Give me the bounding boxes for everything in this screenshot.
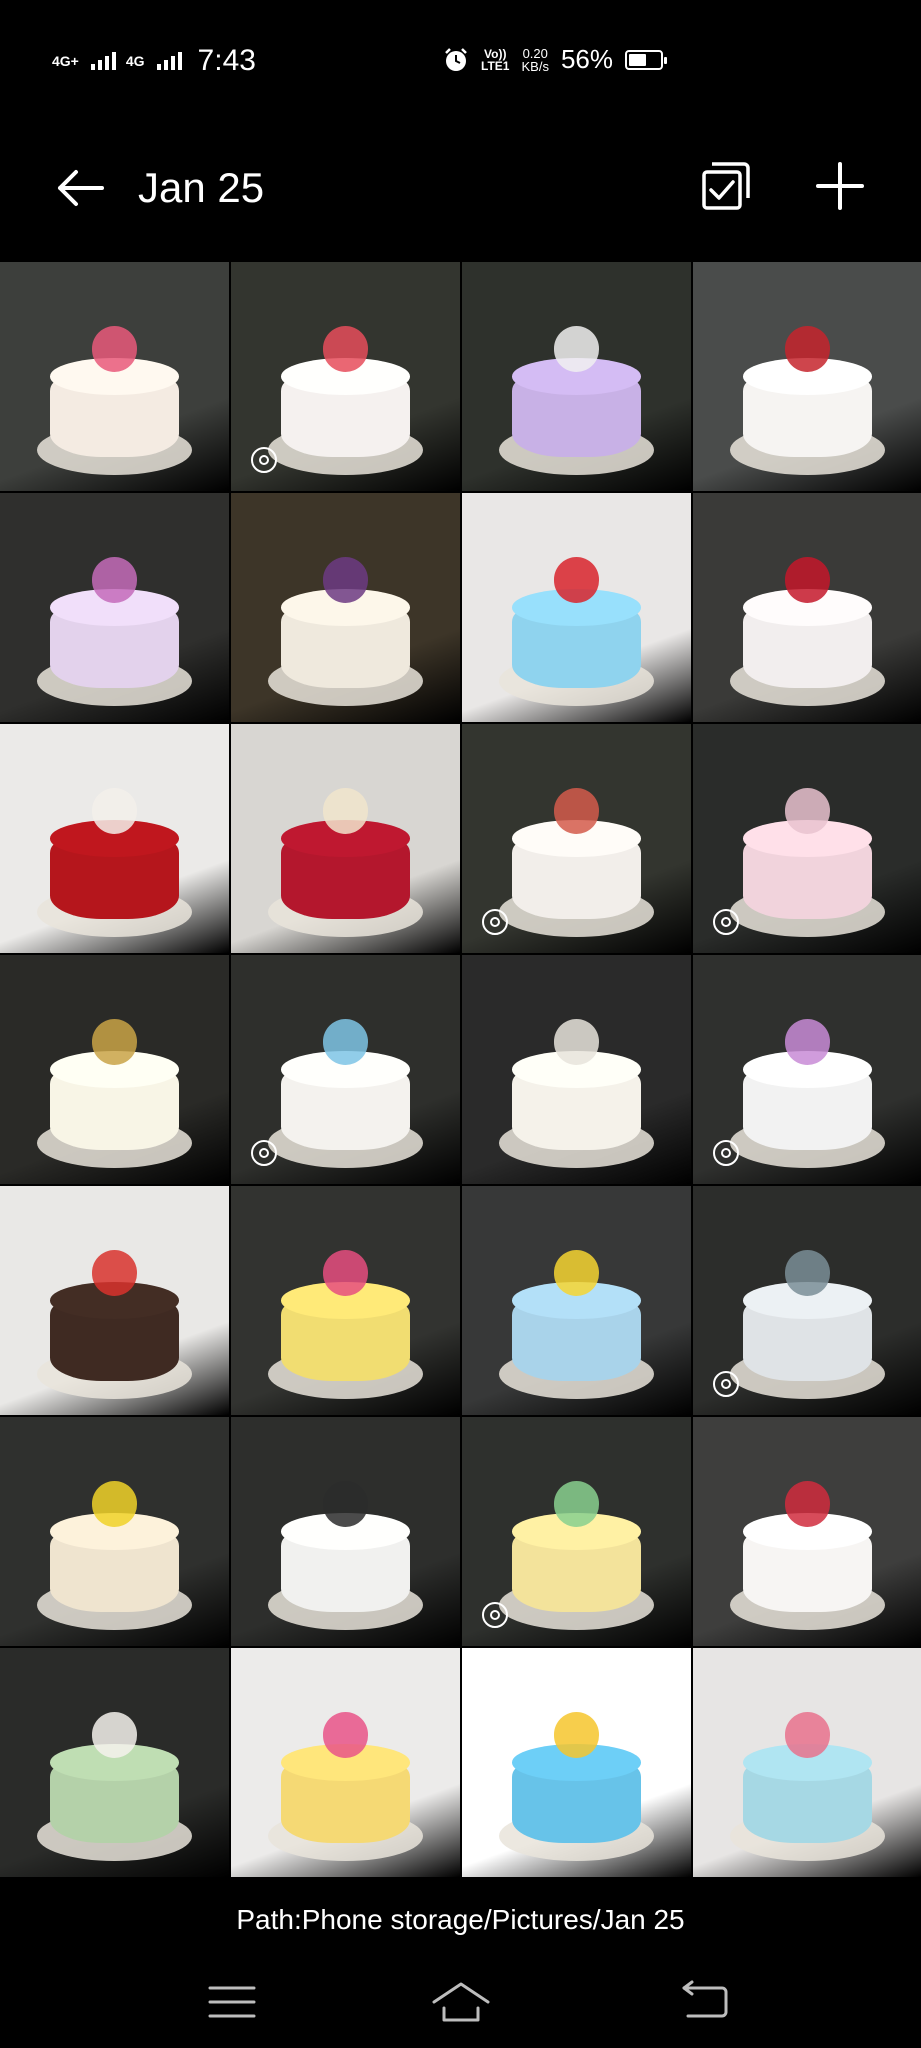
photo-thumbnail[interactable] <box>231 1186 460 1415</box>
add-button[interactable] <box>812 158 868 214</box>
live-photo-icon <box>482 1602 508 1628</box>
cake-decoration <box>553 557 600 603</box>
cake-decoration <box>784 557 831 603</box>
cake-decoration <box>91 326 138 372</box>
plus-icon <box>816 162 864 210</box>
cake-decoration <box>322 1481 369 1527</box>
live-photo-icon <box>482 909 508 935</box>
folder-path: Path:Phone storage/Pictures/Jan 25 <box>236 1904 685 1935</box>
photo-thumbnail[interactable] <box>693 955 921 1184</box>
cake-decoration <box>322 1712 369 1758</box>
signal-icon-1 <box>90 52 116 70</box>
battery-percent: 56% <box>560 44 613 74</box>
cake-decoration <box>91 1712 138 1758</box>
alarm-icon <box>445 47 467 71</box>
photo-thumbnail[interactable] <box>693 1417 921 1646</box>
cake-decoration <box>784 788 831 834</box>
recents-button[interactable] <box>204 1978 260 2026</box>
back-icon <box>682 1980 728 2018</box>
arrow-left-icon <box>58 170 104 206</box>
cake-decoration <box>553 788 600 834</box>
live-photo-icon <box>713 1371 739 1397</box>
live-photo-icon <box>713 909 739 935</box>
live-photo-icon <box>713 1140 739 1166</box>
photo-thumbnail[interactable] <box>231 1417 460 1646</box>
home-button[interactable] <box>430 1978 492 2026</box>
cake-decoration <box>322 557 369 603</box>
status-right: Vo)) LTE1 0.20 KB/s 56% <box>443 44 667 75</box>
cake-decoration <box>784 1712 831 1758</box>
battery-fill <box>629 53 646 66</box>
photo-thumbnail[interactable] <box>0 955 229 1184</box>
network-speed: 0.20 KB/s <box>521 45 549 74</box>
cake-decoration <box>91 1019 138 1065</box>
status-left: 4G+ 4G 7:43 <box>52 44 256 78</box>
photo-thumbnail[interactable] <box>0 262 229 491</box>
photo-thumbnail[interactable] <box>231 724 460 953</box>
cake-decoration <box>553 1250 600 1296</box>
page-title: Jan 25 <box>138 164 265 211</box>
live-photo-icon <box>251 447 277 473</box>
cake-decoration <box>322 326 369 372</box>
back-button[interactable] <box>52 160 108 216</box>
photo-thumbnail[interactable] <box>462 724 691 953</box>
photo-thumbnail[interactable] <box>231 1648 460 1877</box>
photo-thumbnail[interactable] <box>693 493 921 722</box>
cake-decoration <box>91 1481 138 1527</box>
photo-thumbnail[interactable] <box>693 262 921 491</box>
photo-grid <box>0 262 921 1879</box>
status-bar: 4G+ 4G 7:43 Vo)) LTE1 0.20 KB/s 56% <box>0 0 921 120</box>
photo-thumbnail[interactable] <box>462 262 691 491</box>
cake-decoration <box>322 1250 369 1296</box>
photo-thumbnail[interactable] <box>462 955 691 1184</box>
volte-indicator: Vo)) LTE1 <box>481 46 510 73</box>
photo-thumbnail[interactable] <box>0 1648 229 1877</box>
navigation-bar <box>0 1960 921 2048</box>
cake-decoration <box>784 326 831 372</box>
cake-decoration <box>553 1019 600 1065</box>
signal-icon-2 <box>156 52 182 70</box>
app-header: Jan 25 <box>0 120 921 262</box>
photo-thumbnail[interactable] <box>231 955 460 1184</box>
battery-icon <box>625 49 667 70</box>
photo-thumbnail[interactable] <box>693 724 921 953</box>
photo-thumbnail[interactable] <box>0 1417 229 1646</box>
cake-decoration <box>784 1250 831 1296</box>
photo-thumbnail[interactable] <box>462 493 691 722</box>
cake-decoration <box>553 1712 600 1758</box>
photo-thumbnail[interactable] <box>231 262 460 491</box>
menu-icon <box>208 1986 256 2018</box>
cake-decoration <box>784 1481 831 1527</box>
photo-thumbnail[interactable] <box>462 1417 691 1646</box>
photo-thumbnail[interactable] <box>0 493 229 722</box>
photo-thumbnail[interactable] <box>231 493 460 722</box>
cake-decoration <box>553 326 600 372</box>
photo-thumbnail[interactable] <box>0 724 229 953</box>
photo-thumbnail[interactable] <box>0 1186 229 1415</box>
photo-thumbnail[interactable] <box>693 1648 921 1877</box>
multi-select-icon <box>702 162 750 210</box>
cake-decoration <box>553 1481 600 1527</box>
cake-decoration <box>322 788 369 834</box>
system-back-button[interactable] <box>676 1978 732 2026</box>
select-button[interactable] <box>698 158 754 214</box>
cake-decoration <box>91 557 138 603</box>
cake-decoration <box>784 1019 831 1065</box>
network-type-2: 4G <box>125 53 145 69</box>
network-type-1: 4G+ <box>52 53 79 69</box>
cake-decoration <box>91 788 138 834</box>
clock: 7:43 <box>197 44 256 77</box>
home-icon <box>432 1982 490 2022</box>
live-photo-icon <box>251 1140 277 1166</box>
photo-thumbnail[interactable] <box>693 1186 921 1415</box>
cake-decoration <box>322 1019 369 1065</box>
photo-thumbnail[interactable] <box>462 1648 691 1877</box>
photo-thumbnail[interactable] <box>462 1186 691 1415</box>
cake-decoration <box>91 1250 138 1296</box>
